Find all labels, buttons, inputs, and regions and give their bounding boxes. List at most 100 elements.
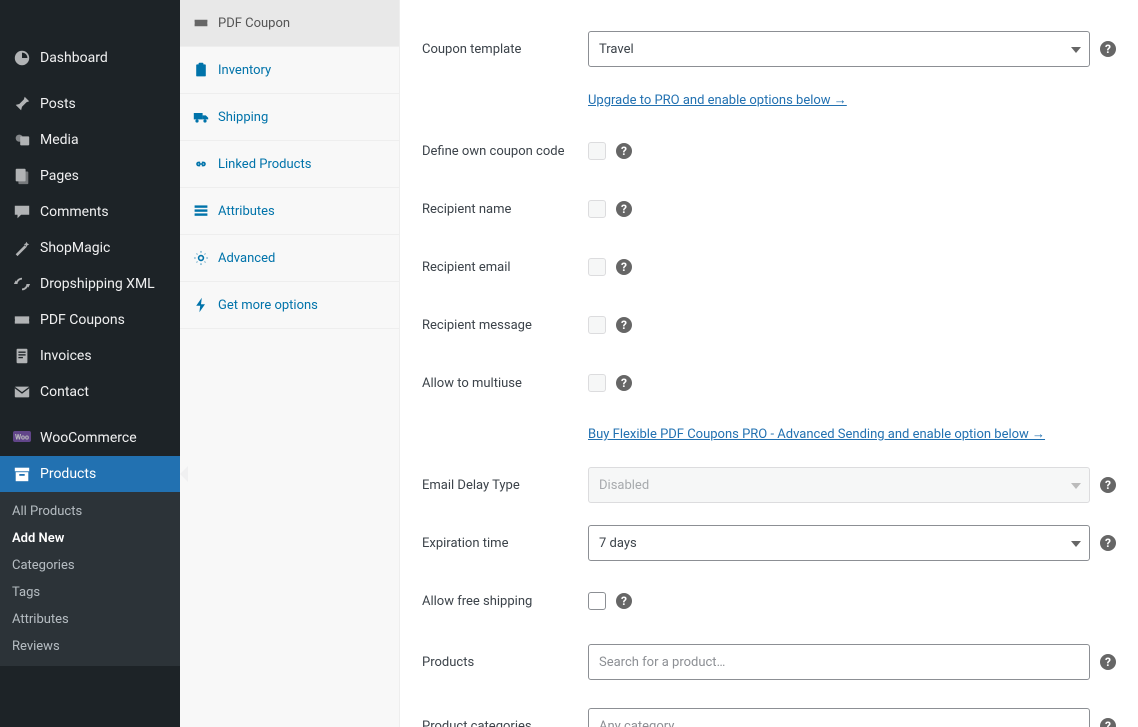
submenu-add-new[interactable]: Add New (0, 525, 180, 552)
chevron-down-icon (1071, 541, 1081, 547)
select-value: Disabled (599, 478, 649, 493)
allow-multiuse-label: Allow to multiuse (422, 376, 588, 391)
menu-products[interactable]: Products (0, 456, 180, 492)
help-icon[interactable]: ? (616, 375, 632, 391)
menu-label: ShopMagic (40, 240, 110, 256)
menu-dropshipping[interactable]: Dropshipping XML (0, 266, 180, 302)
recipient-email-label: Recipient email (422, 260, 588, 275)
ticket-icon (12, 310, 32, 330)
categories-label: Product categories (422, 719, 588, 727)
help-icon[interactable]: ? (616, 259, 632, 275)
help-icon[interactable]: ? (1100, 535, 1116, 551)
sync-icon (12, 274, 32, 294)
pdf-coupon-panel: Coupon template Travel ? Upgrade to PRO … (400, 0, 1138, 727)
recipient-name-checkbox (588, 200, 606, 218)
admin-sidebar: Dashboard Posts Media Pages Comments Sho… (0, 0, 180, 727)
woocommerce-icon: Woo (12, 428, 32, 448)
menu-woocommerce[interactable]: Woo WooCommerce (0, 420, 180, 456)
email-delay-label: Email Delay Type (422, 478, 588, 493)
select-value: Travel (599, 42, 634, 57)
email-delay-select: Disabled (588, 467, 1090, 503)
truck-icon (192, 108, 210, 126)
submenu-attributes[interactable]: Attributes (0, 606, 180, 633)
dashboard-icon (12, 48, 32, 68)
menu-pdf-coupons[interactable]: PDF Coupons (0, 302, 180, 338)
submenu-tags[interactable]: Tags (0, 579, 180, 606)
media-icon (12, 130, 32, 150)
define-code-checkbox (588, 142, 606, 160)
tab-label: Shipping (218, 110, 268, 125)
menu-label: Invoices (40, 348, 92, 364)
menu-label: Products (40, 466, 96, 482)
help-icon[interactable]: ? (1100, 41, 1116, 57)
menu-label: Dashboard (40, 50, 108, 66)
menu-label: WooCommerce (40, 430, 137, 446)
coupon-template-select[interactable]: Travel (588, 31, 1090, 67)
recipient-name-label: Recipient name (422, 202, 588, 217)
menu-label: Posts (40, 96, 76, 112)
pin-icon (12, 94, 32, 114)
help-icon[interactable]: ? (1100, 718, 1116, 727)
free-shipping-checkbox[interactable] (588, 592, 606, 610)
product-data-tabs: PDF Coupon Inventory Shipping Linked Pro… (180, 0, 400, 727)
menu-label: Media (40, 132, 79, 148)
menu-contact[interactable]: Contact (0, 374, 180, 410)
recipient-message-checkbox (588, 316, 606, 334)
tab-get-more[interactable]: Get more options (180, 282, 399, 329)
invoice-icon (12, 346, 32, 366)
free-shipping-label: Allow free shipping (422, 594, 588, 609)
menu-label: Dropshipping XML (40, 276, 155, 292)
categories-search-input[interactable]: Any category (588, 708, 1090, 727)
submenu-all-products[interactable]: All Products (0, 498, 180, 525)
tab-label: Get more options (218, 298, 318, 313)
submenu-categories[interactable]: Categories (0, 552, 180, 579)
link-icon (192, 155, 210, 173)
ticket-icon (192, 14, 210, 32)
help-icon[interactable]: ? (616, 593, 632, 609)
menu-shopmagic[interactable]: ShopMagic (0, 230, 180, 266)
tab-label: Inventory (218, 63, 271, 78)
menu-invoices[interactable]: Invoices (0, 338, 180, 374)
chevron-down-icon (1071, 483, 1081, 489)
help-icon[interactable]: ? (616, 143, 632, 159)
menu-comments[interactable]: Comments (0, 194, 180, 230)
menu-posts[interactable]: Posts (0, 86, 180, 122)
expiration-label: Expiration time (422, 536, 588, 551)
products-submenu: All Products Add New Categories Tags Att… (0, 492, 180, 666)
wand-icon (12, 238, 32, 258)
products-search-input[interactable]: Search for a product… (588, 644, 1090, 680)
submenu-reviews[interactable]: Reviews (0, 633, 180, 660)
clipboard-icon (192, 61, 210, 79)
tab-label: PDF Coupon (218, 16, 290, 31)
products-label: Products (422, 655, 588, 670)
input-placeholder: Search for a product… (599, 655, 725, 670)
input-placeholder: Any category (599, 719, 674, 727)
coupon-template-label: Coupon template (422, 42, 588, 57)
comments-icon (12, 202, 32, 222)
tab-attributes[interactable]: Attributes (180, 188, 399, 235)
menu-label: PDF Coupons (40, 312, 125, 328)
tab-shipping[interactable]: Shipping (180, 94, 399, 141)
expiration-select[interactable]: 7 days (588, 525, 1090, 561)
menu-media[interactable]: Media (0, 122, 180, 158)
help-icon[interactable]: ? (616, 317, 632, 333)
help-icon[interactable]: ? (616, 201, 632, 217)
tab-inventory[interactable]: Inventory (180, 47, 399, 94)
tab-advanced[interactable]: Advanced (180, 235, 399, 282)
define-code-label: Define own coupon code (422, 144, 588, 159)
lightning-icon (192, 296, 210, 314)
tab-label: Attributes (218, 204, 275, 219)
menu-pages[interactable]: Pages (0, 158, 180, 194)
menu-dashboard[interactable]: Dashboard (0, 40, 180, 76)
recipient-message-label: Recipient message (422, 318, 588, 333)
buy-pro-link[interactable]: Buy Flexible PDF Coupons PRO - Advanced … (588, 427, 1045, 442)
archive-icon (12, 464, 32, 484)
help-icon[interactable]: ? (1100, 477, 1116, 493)
upgrade-pro-link[interactable]: Upgrade to PRO and enable options below … (588, 93, 847, 108)
tab-label: Advanced (218, 251, 275, 266)
tab-linked-products[interactable]: Linked Products (180, 141, 399, 188)
select-value: 7 days (599, 536, 637, 551)
tab-pdf-coupon[interactable]: PDF Coupon (180, 0, 399, 47)
help-icon[interactable]: ? (1100, 654, 1116, 670)
svg-text:Woo: Woo (15, 434, 29, 442)
